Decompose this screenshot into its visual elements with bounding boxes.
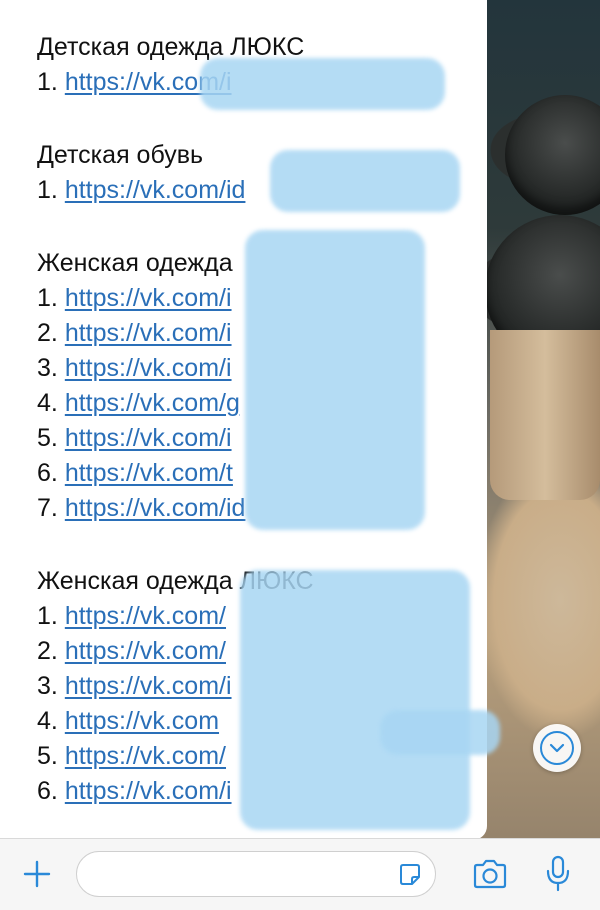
vk-link[interactable]: https://vk.com	[65, 707, 219, 735]
camera-icon	[473, 859, 507, 889]
list-number: 5.	[37, 424, 58, 452]
plus-icon	[23, 860, 51, 888]
vk-link[interactable]: https://vk.com/i	[65, 284, 232, 312]
list-number: 6.	[37, 777, 58, 805]
vk-link[interactable]: https://vk.com/	[65, 742, 226, 770]
list-number: 1.	[37, 68, 58, 96]
vk-link[interactable]: https://vk.com/i	[65, 672, 232, 700]
composer-bar	[0, 838, 600, 910]
list-number: 6.	[37, 459, 58, 487]
vk-link[interactable]: https://vk.com/i	[65, 777, 232, 805]
vk-link[interactable]: https://vk.com/g	[65, 389, 240, 417]
attach-button[interactable]	[18, 855, 56, 893]
redaction-blot	[200, 58, 445, 110]
vk-link[interactable]: https://vk.com/	[65, 637, 226, 665]
microphone-icon	[546, 855, 570, 892]
message-input[interactable]	[76, 851, 436, 897]
microphone-button[interactable]	[540, 853, 576, 895]
list-number: 3.	[37, 672, 58, 700]
list-number: 2.	[37, 637, 58, 665]
list-number: 4.	[37, 389, 58, 417]
wallpaper-cup-body	[490, 330, 600, 500]
camera-button[interactable]	[469, 855, 511, 893]
redaction-blot	[245, 230, 425, 530]
list-number: 5.	[37, 742, 58, 770]
scroll-down-button[interactable]	[533, 724, 581, 772]
list-number: 7.	[37, 494, 58, 522]
redaction-blot	[240, 570, 470, 830]
vk-link[interactable]: https://vk.com/i	[65, 424, 232, 452]
list-number: 4.	[37, 707, 58, 735]
vk-link[interactable]: https://vk.com/id	[65, 494, 246, 522]
vk-link[interactable]: https://vk.com/t	[65, 459, 233, 487]
sticker-button[interactable]	[396, 861, 424, 889]
chat-screen: Детская одежда ЛЮКС 1. https://vk.com/i Де…	[0, 0, 600, 910]
wallpaper-cup-lid	[505, 95, 600, 215]
list-number: 1.	[37, 602, 58, 630]
vk-link[interactable]: https://vk.com/	[65, 602, 226, 630]
chevron-down-icon	[540, 731, 574, 765]
list-number: 1.	[37, 176, 58, 204]
list-number: 3.	[37, 354, 58, 382]
vk-link[interactable]: https://vk.com/id	[65, 176, 246, 204]
list-number: 1.	[37, 284, 58, 312]
vk-link[interactable]: https://vk.com/i	[65, 319, 232, 347]
list-number: 2.	[37, 319, 58, 347]
redaction-blot	[380, 710, 500, 755]
sticker-icon	[400, 864, 420, 885]
redaction-blot	[270, 150, 460, 212]
vk-link[interactable]: https://vk.com/i	[65, 354, 232, 382]
